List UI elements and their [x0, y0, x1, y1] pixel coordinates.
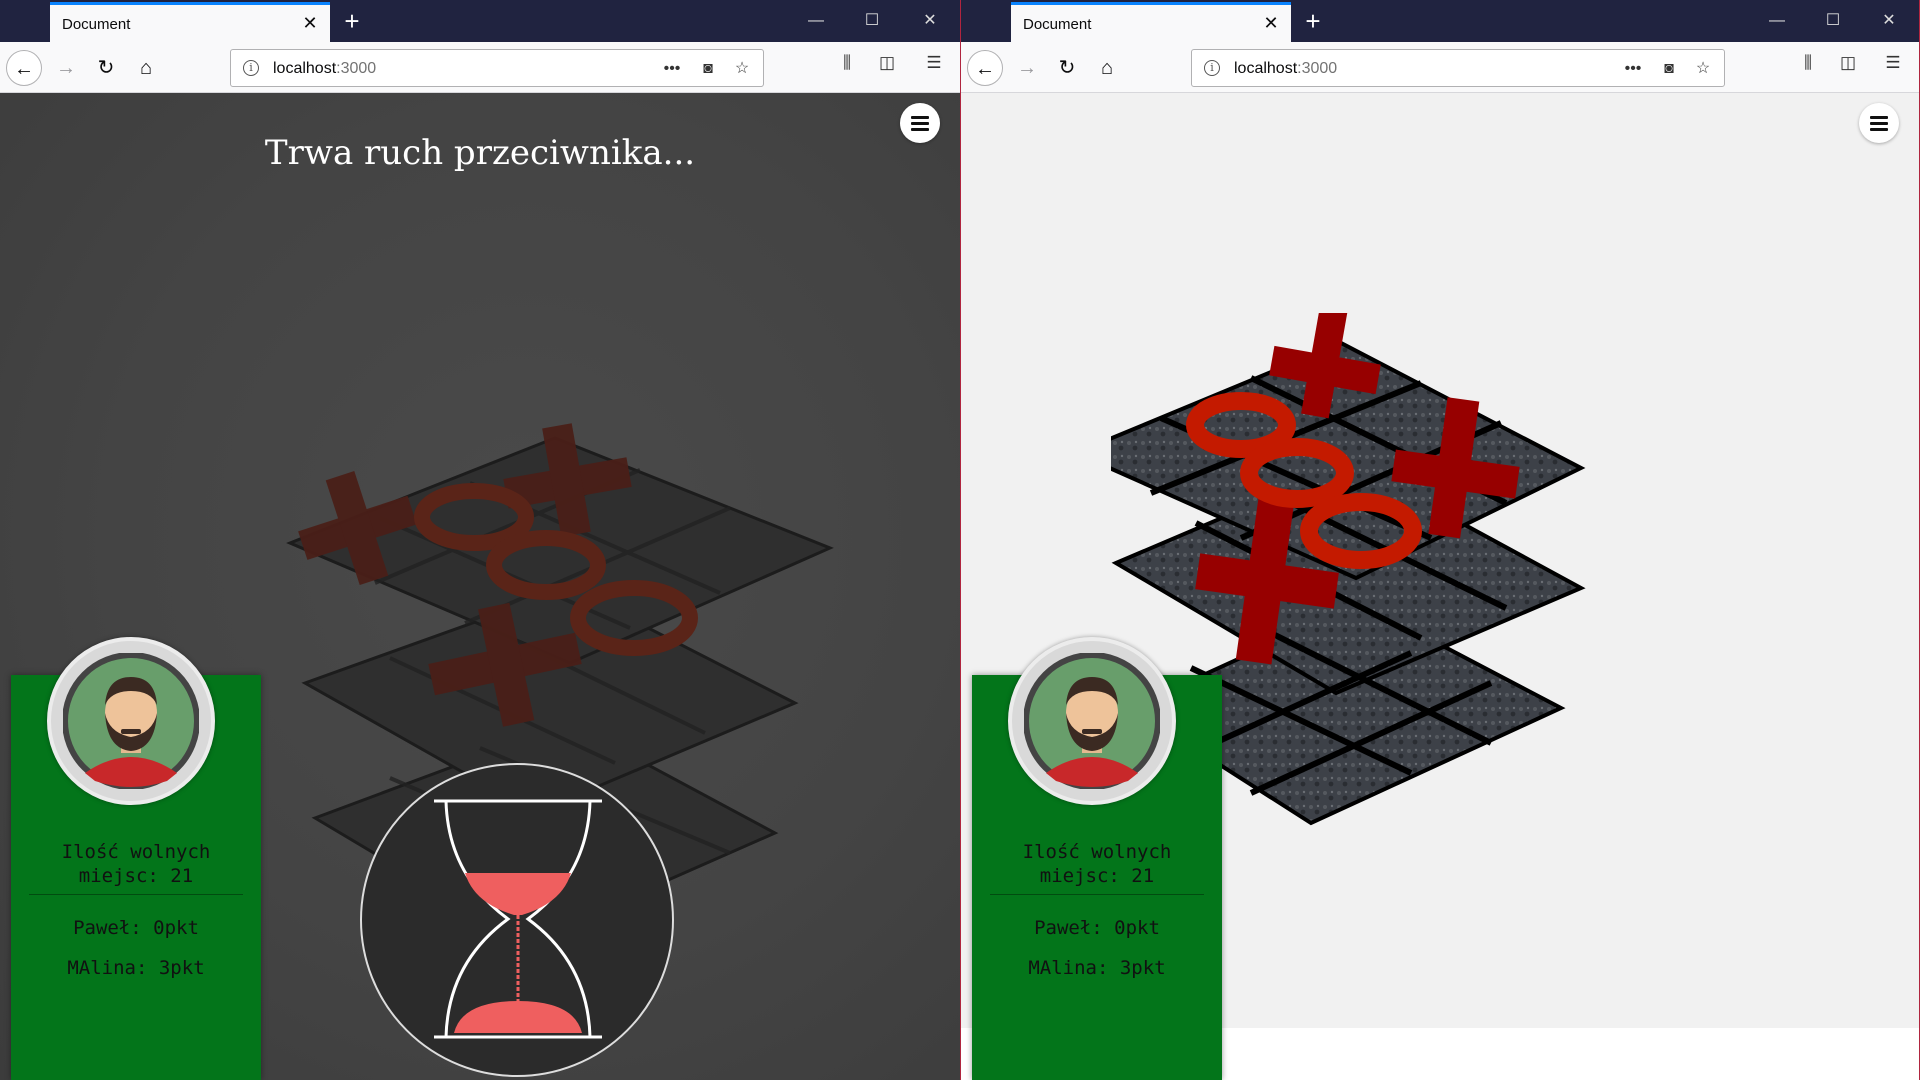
address-bar[interactable]: i localhost:3000 ••• ◙ ☆: [1191, 49, 1725, 87]
arrow-right-icon[interactable]: →: [48, 50, 84, 86]
tab-document[interactable]: Document ✕: [1011, 2, 1291, 42]
minimize-icon[interactable]: —: [1763, 8, 1791, 34]
score-player-2: MAlina: 3pkt: [67, 957, 205, 979]
library-icon[interactable]: ⫼: [835, 52, 859, 74]
star-icon[interactable]: ☆: [1692, 58, 1714, 80]
card-divider: [29, 894, 243, 895]
info-icon[interactable]: i: [243, 60, 259, 76]
star-icon[interactable]: ☆: [731, 58, 753, 80]
card-divider: [990, 894, 1204, 895]
hamburger-icon[interactable]: ☰: [922, 52, 946, 74]
arrow-right-icon[interactable]: →: [1009, 50, 1045, 86]
more-dots-icon[interactable]: •••: [661, 58, 683, 80]
reload-icon[interactable]: ↻: [88, 50, 124, 86]
avatar: [47, 637, 215, 805]
turn-status-text: Trwa ruch przeciwnika...: [264, 133, 696, 173]
avatar-icon: [63, 653, 199, 789]
maximize-icon[interactable]: ☐: [1819, 8, 1847, 34]
avatar: [1008, 637, 1176, 805]
more-dots-icon[interactable]: •••: [1622, 58, 1644, 80]
new-tab-plus-icon[interactable]: +: [338, 8, 366, 36]
library-icon[interactable]: ⫼: [1796, 52, 1820, 74]
avatar-icon: [1024, 653, 1160, 789]
info-icon[interactable]: i: [1204, 60, 1220, 76]
home-icon[interactable]: ⌂: [128, 50, 164, 86]
url-text: localhost:3000: [1234, 60, 1338, 77]
player-card: Ilość wolnych miejsc: 21 Paweł: 0pkt MAl…: [972, 637, 1222, 1080]
game-viewport[interactable]: Trwa ruch przeciwnika... Ilość wolnych m…: [0, 93, 960, 1080]
browser-window-left: Document ✕ + — ☐ ✕ ← → ↻ ⌂ i localhost:3…: [0, 0, 960, 1080]
score-player-2: MAlina: 3pkt: [1028, 957, 1166, 979]
close-window-icon[interactable]: ✕: [916, 8, 944, 34]
player-card: Ilość wolnych miejsc: 21 Paweł: 0pkt MAl…: [11, 637, 261, 1080]
close-window-icon[interactable]: ✕: [1875, 8, 1903, 34]
address-bar[interactable]: i localhost:3000 ••• ◙ ☆: [230, 49, 764, 87]
tab-strip: Document ✕ + — ☐ ✕: [961, 0, 1919, 42]
free-spots-text: Ilość wolnych miejsc: 21: [1022, 841, 1172, 887]
pocket-icon[interactable]: ◙: [697, 58, 719, 80]
score-player-1: Paweł: 0pkt: [73, 917, 199, 939]
nav-bar: ← → ↻ ⌂ i localhost:3000 ••• ◙ ☆ ⫼ ◫ ☰: [0, 42, 960, 93]
score-player-1: Paweł: 0pkt: [1034, 917, 1160, 939]
hourglass-timer: [360, 763, 674, 1077]
browser-window-right: Document ✕ + — ☐ ✕ ← → ↻ ⌂ i localhost:3…: [960, 0, 1920, 1080]
tab-strip: Document ✕ + — ☐ ✕: [0, 0, 960, 42]
tab-close-icon[interactable]: ✕: [300, 13, 320, 33]
game-viewport[interactable]: Ilość wolnych miejsc: 21 Paweł: 0pkt MAl…: [961, 93, 1919, 1080]
minimize-icon[interactable]: —: [802, 8, 830, 34]
free-spots-text: Ilość wolnych miejsc: 21: [61, 841, 211, 887]
tab-title: Document: [1023, 16, 1092, 33]
nav-bar: ← → ↻ ⌂ i localhost:3000 ••• ◙ ☆ ⫼ ◫ ☰: [961, 42, 1919, 93]
tab-document[interactable]: Document ✕: [50, 2, 330, 42]
hourglass-icon: [434, 799, 602, 1039]
maximize-icon[interactable]: ☐: [858, 8, 886, 34]
home-icon[interactable]: ⌂: [1089, 50, 1125, 86]
sidebar-icon[interactable]: ◫: [875, 52, 899, 74]
url-text: localhost:3000: [273, 60, 377, 77]
hamburger-icon[interactable]: ☰: [1881, 52, 1905, 74]
arrow-left-icon[interactable]: ←: [967, 50, 1003, 86]
reload-icon[interactable]: ↻: [1049, 50, 1085, 86]
game-menu-button[interactable]: [1859, 103, 1899, 143]
tab-title: Document: [62, 16, 131, 33]
arrow-left-icon[interactable]: ←: [6, 50, 42, 86]
tab-close-icon[interactable]: ✕: [1261, 13, 1281, 33]
new-tab-plus-icon[interactable]: +: [1299, 8, 1327, 36]
pocket-icon[interactable]: ◙: [1658, 58, 1680, 80]
sidebar-icon[interactable]: ◫: [1836, 52, 1860, 74]
